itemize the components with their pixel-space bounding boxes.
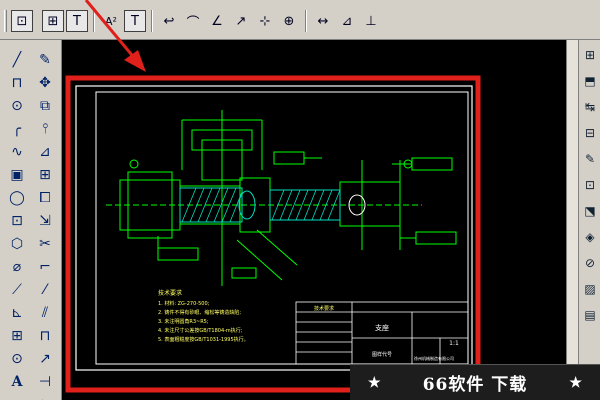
snap-settings-icon[interactable]: ▨ — [579, 278, 600, 300]
star-icon: ★ — [569, 374, 582, 391]
line-tool-icon[interactable]: ╱ — [4, 48, 30, 71]
dimension-angle-icon[interactable]: ⊿ — [336, 10, 358, 32]
snap-midpoint-icon[interactable]: ⬒ — [579, 70, 600, 92]
modify-toolbar: ✎ ✥ ⧉ ⫯ ⊿ ⊞ ⧠ ⇲ ✂ ⌐ ⁄ ⫽ ⊓ ↗ ⊣ ⇆ — [32, 48, 58, 400]
feature-control-frames — [129, 151, 457, 261]
text-tool-icon[interactable]: A — [4, 370, 30, 393]
title-block-header: 技术要求 — [314, 305, 334, 312]
note-line: 4. 未注尺寸公差按GB/T1804-m执行; — [158, 327, 243, 334]
move-tool-icon[interactable]: ✥ — [32, 71, 58, 94]
cad-drawing: 技术要求 1. 材料: ZG-270-500; 2. 铸件不得有砂眼、缩松等铸造… — [65, 75, 481, 393]
polygon-tool-icon[interactable]: ⬡ — [4, 232, 30, 255]
rectangle-tool-icon[interactable]: ▣ — [4, 163, 30, 186]
circle-tool-icon[interactable]: ⊙ — [4, 94, 30, 117]
dimension-linear-icon[interactable]: ↔ — [312, 10, 334, 32]
zoom-extents-icon[interactable]: ⊡ — [11, 10, 33, 32]
extend-tool-icon[interactable]: ↗ — [32, 347, 58, 370]
sheet-border — [75, 85, 473, 371]
ellipse-tool-icon[interactable]: ◯ — [4, 186, 30, 209]
hatch-tool-icon[interactable]: ⊞ — [4, 324, 30, 347]
break-tool-icon[interactable]: ⁄ — [32, 278, 58, 301]
vertical-scrollbar[interactable] — [566, 40, 578, 400]
scale-tool-icon[interactable]: ⇲ — [32, 209, 58, 232]
snap-endpoint-icon[interactable]: ⊞ — [579, 44, 600, 66]
technical-notes: 技术要求 1. 材料: ZG-270-500; 2. 铸件不得有砂眼、缩松等铸造… — [158, 289, 249, 343]
snap-quadrant-icon[interactable]: ✎ — [579, 148, 600, 170]
note-line: 5. 表面粗糙度按GB/T1031-1995执行。 — [158, 336, 249, 343]
scale-value: 1:1 — [449, 340, 459, 347]
fillet-tool-icon[interactable]: ⌐ — [32, 255, 58, 278]
slope-icon[interactable]: ∠ — [206, 10, 228, 32]
main-toolbar: ⊡ ⊞ T A² T ↩ ⌒ ∠ ↗ ⊹ ⊕ ↔ ⊿ ⊥ — [0, 0, 600, 40]
toolbar-separator — [93, 10, 95, 32]
draw-modify-palette: ╱ ⊓ ⊙ ╭ ∿ ▣ ◯ ⊡ ⬡ ⌀ ⟋ ⊾ ⊞ ⊙ A ✎ ✥ ⧉ ⫯ ⊿ … — [0, 40, 62, 400]
node-icon[interactable]: ⊹ — [254, 10, 276, 32]
snap-nearest-icon[interactable]: ▤ — [579, 304, 600, 326]
offset-tool-icon[interactable]: ⊿ — [32, 140, 58, 163]
snap-intersection-icon[interactable]: ↹ — [579, 96, 600, 118]
donut-tool-icon[interactable]: ⌀ — [4, 255, 30, 278]
trim-tool-icon[interactable]: ✂ — [32, 232, 58, 255]
boundary-tool-icon[interactable]: ⊙ — [4, 347, 30, 370]
dimension-ordinate-icon[interactable]: ⊥ — [360, 10, 382, 32]
notes-title: 技术要求 — [158, 289, 182, 297]
part-outline — [106, 110, 422, 286]
snap-none-icon[interactable]: ⊘ — [579, 252, 600, 274]
multiline-text-icon[interactable]: T — [124, 10, 146, 32]
array-tool-icon[interactable]: ⊞ — [32, 163, 58, 186]
toolbar-separator — [305, 10, 307, 32]
toolbar-row: ⊡ ⊞ T A² T ↩ ⌒ ∠ ↗ ⊹ ⊕ ↔ ⊿ ⊥ — [4, 8, 383, 34]
arc-tool-icon[interactable]: ╭ — [4, 117, 30, 140]
text-style-icon[interactable]: T — [66, 10, 88, 32]
mirror-tool-icon[interactable]: ⫯ — [32, 117, 58, 140]
toolbar-separator — [151, 10, 153, 32]
cad-window: ⊡ ⊞ T A² T ↩ ⌒ ∠ ↗ ⊹ ⊕ ↔ ⊿ ⊥ ╱ ⊓ ⊙ ╭ ∿ ▣ — [0, 0, 600, 400]
snap-perpendicular-icon[interactable]: ⬔ — [579, 200, 600, 222]
drawing-canvas[interactable]: 技术要求 1. 材料: ZG-270-500; 2. 铸件不得有砂眼、缩松等铸造… — [62, 40, 566, 400]
zoom-window-icon[interactable]: ⊞ — [42, 10, 64, 32]
draw-toolbar: ╱ ⊓ ⊙ ╭ ∿ ▣ ◯ ⊡ ⬡ ⌀ ⟋ ⊾ ⊞ ⊙ A — [4, 48, 30, 393]
explode-tool-icon[interactable]: ⇆ — [32, 393, 58, 400]
block-tool-icon[interactable]: ⊡ — [4, 209, 30, 232]
superscript-text-icon[interactable]: A² — [100, 10, 122, 32]
arrow-left-icon[interactable]: ↩ — [158, 10, 180, 32]
note-line: 1. 材料: ZG-270-500; — [158, 300, 210, 307]
snap-tangent-icon[interactable]: ⊡ — [579, 174, 600, 196]
rotate-tool-icon[interactable]: ⧠ — [32, 186, 58, 209]
watermark-text: 66软件 下载 — [422, 375, 528, 395]
company-name: 徐州机械制造有限公司 — [414, 355, 454, 361]
center-mark-icon[interactable]: ⊕ — [278, 10, 300, 32]
erase-tool-icon[interactable]: ✎ — [32, 48, 58, 71]
stretch-tool-icon[interactable]: ⊓ — [32, 324, 58, 347]
construction-line-icon[interactable]: ⊓ — [4, 71, 30, 94]
join-tool-icon[interactable]: ⊣ — [32, 370, 58, 393]
watermark-banner: ★ 66软件 下载 ★ — [350, 364, 600, 400]
drawing-number-label: 图样代号 — [372, 351, 392, 358]
polyline-tool-icon[interactable]: ⟋ — [4, 278, 30, 301]
snap-node-icon[interactable]: ◈ — [579, 226, 600, 248]
object-snap-toolbar: ⊞ ⬒ ↹ ⊟ ✎ ⊡ ⬔ ◈ ⊘ ▨ ▤ — [578, 40, 600, 400]
note-line: 3. 未注明圆角R3~R5; — [158, 318, 209, 325]
part-name: 支座 — [375, 323, 389, 332]
spline-tool-icon[interactable]: ∿ — [4, 140, 30, 163]
copy-tool-icon[interactable]: ⧉ — [32, 94, 58, 117]
arc-icon[interactable]: ⌒ — [182, 10, 204, 32]
toolbar-grip[interactable] — [4, 10, 7, 32]
region-tool-icon[interactable]: ⊾ — [4, 301, 30, 324]
chamfer-tool-icon[interactable]: ⫽ — [32, 301, 58, 324]
leader-icon[interactable]: ↗ — [230, 10, 252, 32]
note-line: 2. 铸件不得有砂眼、缩松等铸造缺陷; — [158, 309, 241, 316]
snap-center-icon[interactable]: ⊟ — [579, 122, 600, 144]
star-icon: ★ — [368, 374, 381, 391]
